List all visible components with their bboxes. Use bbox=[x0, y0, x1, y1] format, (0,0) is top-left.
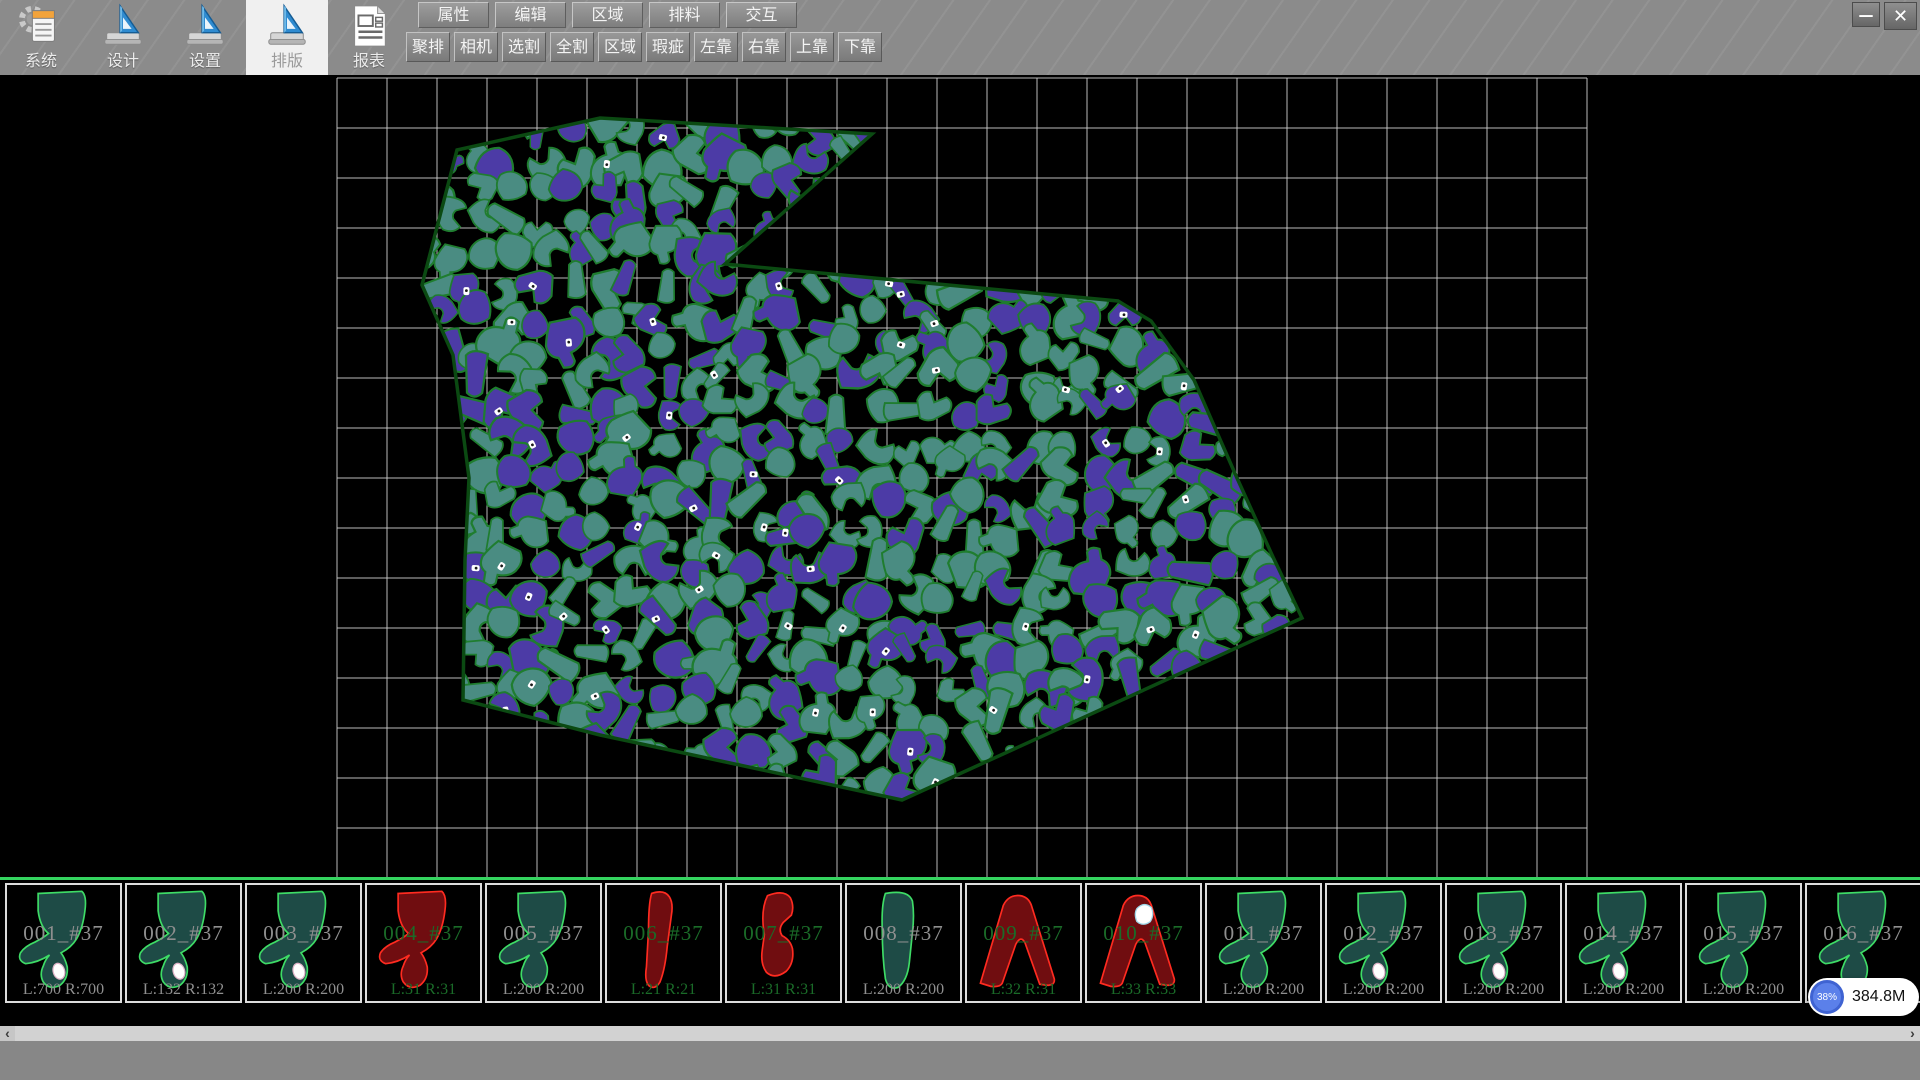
main-button-4[interactable]: 排版 bbox=[246, 0, 328, 75]
progress-percent-label: 38% bbox=[1817, 992, 1837, 1003]
parts-strip: 001_#37 L:700 R:700 002_#37 L:132 R:132 003_… bbox=[0, 883, 1920, 1005]
main-button-label: 系统 bbox=[0, 47, 82, 71]
part-number-label: 015_#37 bbox=[1687, 921, 1800, 946]
scroll-left-arrow[interactable]: ‹ bbox=[0, 1026, 15, 1041]
part-thumbnail-001_#37[interactable]: 001_#37 L:700 R:700 bbox=[5, 883, 122, 1003]
part-number-label: 014_#37 bbox=[1567, 921, 1680, 946]
menu-tab-2[interactable]: 编辑 bbox=[495, 2, 566, 28]
part-lr-label: L:32 R:31 bbox=[967, 981, 1080, 999]
part-lr-label: L:200 R:200 bbox=[1447, 981, 1560, 999]
tool-button-5[interactable]: 区域 bbox=[598, 32, 642, 62]
tool-button-7[interactable]: 左靠 bbox=[694, 32, 738, 62]
part-lr-label: L:200 R:200 bbox=[487, 981, 600, 999]
part-number-label: 013_#37 bbox=[1447, 921, 1560, 946]
part-lr-label: L:200 R:200 bbox=[247, 981, 360, 999]
part-thumbnail-015_#37[interactable]: 015_#37 L:200 R:200 bbox=[1685, 883, 1802, 1003]
part-lr-label: L:200 R:200 bbox=[847, 981, 960, 999]
part-lr-label: L:700 R:700 bbox=[7, 981, 120, 999]
part-thumbnail-014_#37[interactable]: 014_#37 L:200 R:200 bbox=[1565, 883, 1682, 1003]
part-lr-label: L:200 R:200 bbox=[1567, 981, 1680, 999]
main-button-label: 设置 bbox=[164, 47, 246, 71]
part-number-label: 010_#37 bbox=[1087, 921, 1200, 946]
part-thumbnail-004_#37[interactable]: 004_#37 L:31 R:31 bbox=[365, 883, 482, 1003]
menu-tab-1[interactable]: 属性 bbox=[418, 2, 489, 28]
part-thumbnail-008_#37[interactable]: 008_#37 L:200 R:200 bbox=[845, 883, 962, 1003]
menu-tab-5[interactable]: 交互 bbox=[726, 2, 797, 28]
part-number-label: 008_#37 bbox=[847, 921, 960, 946]
strip-divider-line bbox=[0, 877, 1920, 880]
main-button-1[interactable]: 系统 bbox=[0, 0, 82, 75]
main-button-label: 设计 bbox=[82, 47, 164, 71]
settings-icon bbox=[182, 3, 228, 49]
scroll-right-arrow[interactable]: › bbox=[1905, 1026, 1920, 1041]
part-thumbnail-006_#37[interactable]: 006_#37 L:21 R:21 bbox=[605, 883, 722, 1003]
part-number-label: 011_#37 bbox=[1207, 921, 1320, 946]
part-thumbnail-003_#37[interactable]: 003_#37 L:200 R:200 bbox=[245, 883, 362, 1003]
main-button-label: 排版 bbox=[246, 47, 328, 71]
menu-tab-3[interactable]: 区域 bbox=[572, 2, 643, 28]
part-lr-label: L:31 R:31 bbox=[727, 981, 840, 999]
main-button-3[interactable]: 设置 bbox=[164, 0, 246, 75]
part-lr-label: L:200 R:200 bbox=[1327, 981, 1440, 999]
main-button-2[interactable]: 设计 bbox=[82, 0, 164, 75]
status-bar bbox=[0, 1041, 1920, 1080]
part-number-label: 006_#37 bbox=[607, 921, 720, 946]
menu-tab-4[interactable]: 排料 bbox=[649, 2, 720, 28]
horizontal-scrollbar[interactable]: ‹ › bbox=[0, 1026, 1920, 1041]
part-number-label: 002_#37 bbox=[127, 921, 240, 946]
part-thumbnail-002_#37[interactable]: 002_#37 L:132 R:132 bbox=[125, 883, 242, 1003]
minimize-button[interactable]: — bbox=[1852, 2, 1880, 27]
part-lr-label: L:132 R:132 bbox=[127, 981, 240, 999]
part-lr-label: L:31 R:31 bbox=[367, 981, 480, 999]
part-number-label: 012_#37 bbox=[1327, 921, 1440, 946]
tool-button-6[interactable]: 瑕疵 bbox=[646, 32, 690, 62]
tool-button-9[interactable]: 上靠 bbox=[790, 32, 834, 62]
part-number-label: 005_#37 bbox=[487, 921, 600, 946]
part-number-label: 009_#37 bbox=[967, 921, 1080, 946]
tool-button-2[interactable]: 相机 bbox=[454, 32, 498, 62]
part-thumbnail-007_#37[interactable]: 007_#37 L:31 R:31 bbox=[725, 883, 842, 1003]
part-lr-label: L:200 R:200 bbox=[1207, 981, 1320, 999]
part-thumbnail-011_#37[interactable]: 011_#37 L:200 R:200 bbox=[1205, 883, 1322, 1003]
tool-button-1[interactable]: 聚排 bbox=[406, 32, 450, 62]
part-lr-label: L:200 R:200 bbox=[1687, 981, 1800, 999]
nested-pieces bbox=[391, 93, 1306, 816]
main-button-5[interactable]: 报表 bbox=[328, 0, 410, 75]
part-number-label: 007_#37 bbox=[727, 921, 840, 946]
system-icon bbox=[18, 3, 64, 49]
tool-button-4[interactable]: 全割 bbox=[550, 32, 594, 62]
progress-circle-38: 38% bbox=[1810, 980, 1844, 1014]
memory-size-label: 384.8M bbox=[1852, 988, 1905, 1006]
nesting-icon bbox=[264, 3, 310, 49]
tool-button-8[interactable]: 右靠 bbox=[742, 32, 786, 62]
part-number-label: 004_#37 bbox=[367, 921, 480, 946]
report-icon bbox=[346, 3, 392, 49]
part-lr-label: L:33 R:33 bbox=[1087, 981, 1200, 999]
window-controls: —✕ bbox=[1848, 2, 1917, 30]
part-thumbnail-013_#37[interactable]: 013_#37 L:200 R:200 bbox=[1445, 883, 1562, 1003]
main-button-group: 系统设计设置排版报表 bbox=[0, 0, 410, 75]
main-button-label: 报表 bbox=[328, 47, 410, 71]
part-thumbnail-009_#37[interactable]: 009_#37 L:32 R:31 bbox=[965, 883, 1082, 1003]
menu-tab-row: 属性编辑区域排料交互 bbox=[418, 2, 803, 28]
design-icon bbox=[100, 3, 146, 49]
close-button[interactable]: ✕ bbox=[1884, 2, 1917, 30]
toolbar: 系统设计设置排版报表 属性编辑区域排料交互 聚排相机选割全割区域瑕疵左靠右靠上靠… bbox=[0, 0, 1920, 76]
nesting-canvas[interactable] bbox=[0, 75, 1920, 880]
part-number-label: 003_#37 bbox=[247, 921, 360, 946]
tool-button-10[interactable]: 下靠 bbox=[838, 32, 882, 62]
app-window: 系统设计设置排版报表 属性编辑区域排料交互 聚排相机选割全割区域瑕疵左靠右靠上靠… bbox=[0, 0, 1920, 1080]
part-thumbnail-010_#37[interactable]: 010_#37 L:33 R:33 bbox=[1085, 883, 1202, 1003]
part-number-label: 001_#37 bbox=[7, 921, 120, 946]
progress-badge[interactable]: 38% 384.8M bbox=[1808, 978, 1919, 1016]
tool-button-3[interactable]: 选割 bbox=[502, 32, 546, 62]
part-thumbnail-012_#37[interactable]: 012_#37 L:200 R:200 bbox=[1325, 883, 1442, 1003]
part-number-label: 016_#37 bbox=[1807, 921, 1920, 946]
tool-button-row: 聚排相机选割全割区域瑕疵左靠右靠上靠下靠 bbox=[406, 32, 886, 62]
part-thumbnail-005_#37[interactable]: 005_#37 L:200 R:200 bbox=[485, 883, 602, 1003]
part-lr-label: L:21 R:21 bbox=[607, 981, 720, 999]
